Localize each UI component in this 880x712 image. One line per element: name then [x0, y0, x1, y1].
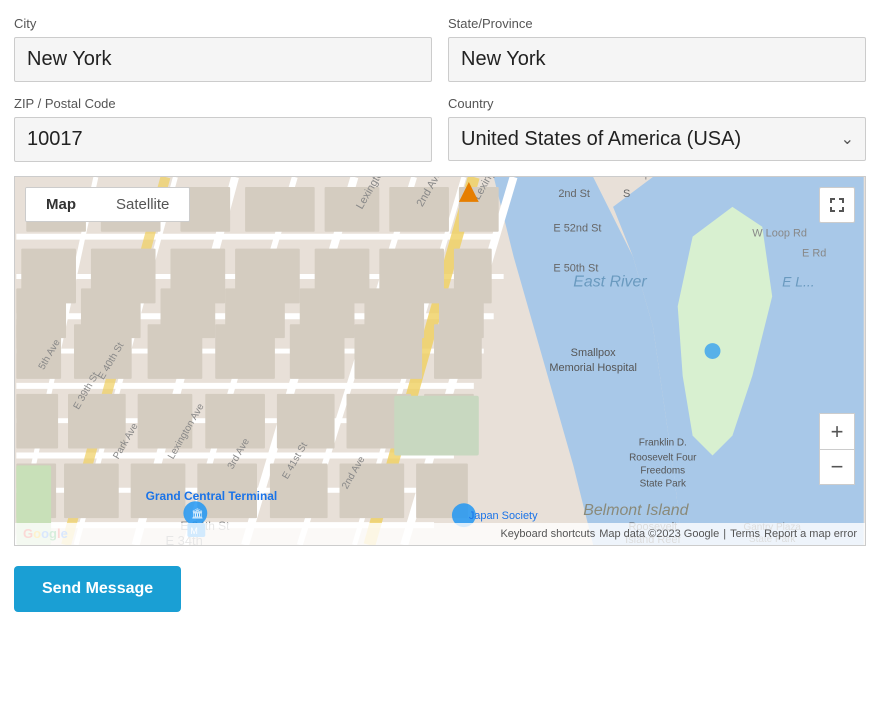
city-group: City [14, 16, 432, 82]
send-button-container: Send Message [0, 546, 880, 632]
svg-text:Grand Central Terminal: Grand Central Terminal [146, 489, 278, 503]
state-label: State/Province [448, 16, 866, 31]
country-select-wrapper: United States of America (USA) ⌄ [448, 117, 866, 161]
form-row-zip-country: ZIP / Postal Code Country United States … [14, 96, 866, 162]
form-row-city-state: City State/Province [14, 16, 866, 82]
svg-text:Japan Society: Japan Society [469, 510, 538, 522]
svg-text:E Rd: E Rd [802, 248, 826, 260]
svg-text:Belmont Island: Belmont Island [583, 502, 689, 519]
svg-text:Roosevelt Four: Roosevelt Four [629, 452, 697, 463]
svg-text:🏛: 🏛 [191, 508, 204, 520]
state-input[interactable] [448, 37, 866, 82]
map-svg: E 52nd St E 50th St 2nd St S Lexington 2… [15, 177, 865, 545]
map-container: E 52nd St E 50th St 2nd St S Lexington 2… [14, 176, 866, 546]
svg-text:Franklin D.: Franklin D. [639, 438, 687, 449]
svg-text:Smallpox: Smallpox [571, 347, 617, 359]
svg-text:2nd St: 2nd St [558, 188, 590, 200]
form-container: City State/Province ZIP / Postal Code Co… [0, 0, 880, 162]
svg-text:W Loop Rd: W Loop Rd [752, 228, 807, 240]
city-label: City [14, 16, 432, 31]
svg-text:Freedoms: Freedoms [640, 465, 685, 476]
svg-text:E 52nd St: E 52nd St [553, 223, 601, 235]
city-input[interactable] [14, 37, 432, 82]
zip-label: ZIP / Postal Code [14, 96, 432, 111]
keyboard-shortcuts-link[interactable]: Keyboard shortcuts [500, 528, 595, 540]
send-message-button[interactable]: Send Message [14, 566, 181, 612]
state-group: State/Province [448, 16, 866, 82]
zip-input[interactable] [14, 117, 432, 162]
country-group: Country United States of America (USA) ⌄ [448, 96, 866, 162]
map-zoom-in-button[interactable]: + [819, 413, 855, 449]
svg-text:E L...: E L... [782, 273, 814, 289]
map-type-controls: Map Satellite [25, 187, 190, 222]
footer-divider: | [723, 528, 726, 540]
map-zoom-controls: + − [819, 413, 855, 485]
map-footer: Keyboard shortcuts Map data ©2023 Google… [15, 523, 865, 545]
svg-text:S: S [623, 188, 630, 200]
svg-text:W Loop Rd: W Loop Rd [613, 177, 668, 180]
map-fullscreen-button[interactable] [819, 187, 855, 223]
map-tab-map[interactable]: Map [26, 188, 96, 221]
fullscreen-icon [828, 196, 846, 214]
map-tab-satellite[interactable]: Satellite [96, 188, 189, 221]
svg-text:State Park: State Park [640, 478, 686, 489]
country-select[interactable]: United States of America (USA) [448, 117, 866, 161]
svg-text:East River: East River [573, 273, 647, 290]
map-zoom-out-button[interactable]: − [819, 449, 855, 485]
report-link[interactable]: Report a map error [764, 528, 857, 540]
country-label: Country [448, 96, 866, 111]
map-data-text: Map data ©2023 Google [599, 528, 719, 540]
svg-text:Memorial Hospital: Memorial Hospital [549, 362, 637, 374]
zip-group: ZIP / Postal Code [14, 96, 432, 162]
terms-link[interactable]: Terms [730, 528, 760, 540]
